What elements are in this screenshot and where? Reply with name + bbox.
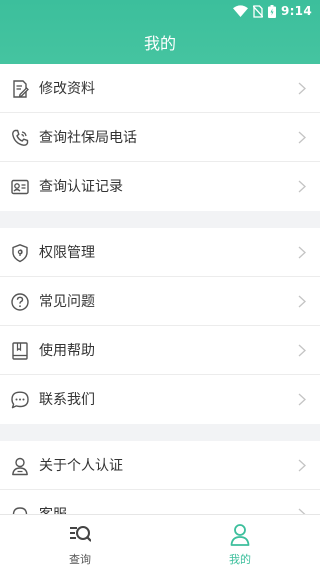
tab-query-label: 查询 [69, 553, 91, 566]
edit-profile-icon [13, 80, 29, 98]
battery-icon [267, 4, 276, 18]
bottom-tab-bar: 查询 我的 [0, 514, 320, 568]
chevron-right-icon [298, 393, 306, 406]
chevron-right-icon [298, 459, 306, 472]
menu-item-about-auth[interactable]: 关于个人认证 [0, 441, 320, 490]
menu-item-faq[interactable]: 常见问题 [0, 277, 320, 326]
menu-section-account: 修改资料 查询社保局电话 查询认证记录 [0, 64, 320, 211]
headset-icon [12, 507, 28, 514]
user-profile-icon [230, 524, 250, 546]
menu-item-label: 权限管理 [39, 245, 95, 261]
chat-bubble-icon [11, 391, 29, 409]
menu-item-customer-service[interactable]: 客服 [0, 490, 320, 514]
wifi-icon [232, 5, 248, 17]
menu-item-label: 常见问题 [39, 294, 95, 310]
question-icon [11, 293, 29, 311]
menu-section-about: 关于个人认证 客服 [0, 441, 320, 514]
menu-list: 修改资料 查询社保局电话 查询认证记录 权限管理 常见问题 使用帮助 联系我们 … [0, 64, 320, 514]
menu-item-label: 客服 [39, 505, 67, 514]
menu-item-label: 查询社保局电话 [39, 130, 137, 146]
menu-item-permissions[interactable]: 权限管理 [0, 228, 320, 277]
tab-mine[interactable]: 我的 [160, 515, 320, 568]
menu-item-label: 关于个人认证 [39, 458, 123, 474]
chevron-right-icon [298, 82, 306, 95]
page-title: 我的 [143, 34, 176, 53]
record-card-icon [11, 179, 29, 195]
status-bar: 9:14 [0, 0, 320, 22]
section-gap [0, 424, 320, 441]
section-gap [0, 211, 320, 228]
menu-item-usage-help[interactable]: 使用帮助 [0, 326, 320, 375]
chevron-right-icon [298, 131, 306, 144]
menu-item-edit-profile[interactable]: 修改资料 [0, 64, 320, 113]
menu-item-label: 修改资料 [39, 81, 95, 97]
menu-item-query-phone[interactable]: 查询社保局电话 [0, 113, 320, 162]
status-clock: 9:14 [280, 4, 312, 18]
menu-item-label: 查询认证记录 [39, 179, 123, 195]
chevron-right-icon [298, 246, 306, 259]
chevron-right-icon [298, 295, 306, 308]
menu-item-label: 联系我们 [39, 392, 95, 408]
menu-item-label: 使用帮助 [39, 343, 95, 359]
menu-section-help: 权限管理 常见问题 使用帮助 联系我们 [0, 228, 320, 424]
tab-mine-label: 我的 [229, 553, 251, 566]
phone-icon [12, 129, 29, 146]
no-sim-icon [252, 4, 263, 18]
tab-query[interactable]: 查询 [0, 515, 160, 568]
menu-item-query-records[interactable]: 查询认证记录 [0, 162, 320, 211]
header-bar: 9:14 我的 [0, 0, 320, 64]
person-icon [12, 457, 28, 476]
chevron-right-icon [298, 180, 306, 193]
menu-item-contact-us[interactable]: 联系我们 [0, 375, 320, 424]
help-book-icon [12, 342, 28, 360]
status-icons: 9:14 [232, 3, 312, 19]
query-search-icon [70, 526, 91, 542]
chevron-right-icon [298, 344, 306, 357]
shield-icon [12, 244, 28, 263]
